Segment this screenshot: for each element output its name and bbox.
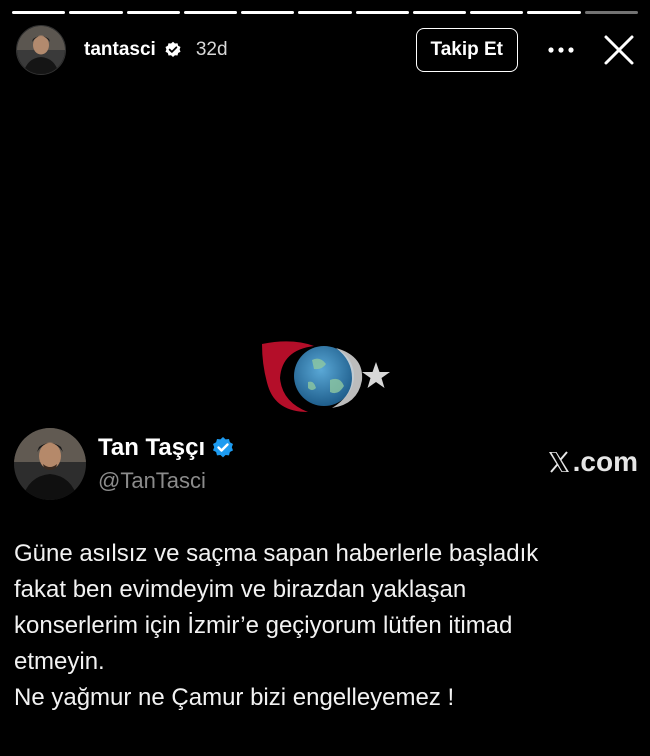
- tweet-line: konserlerim için İzmir’e geçiyorum lütfe…: [14, 612, 513, 639]
- story-progress-segment: [183, 11, 238, 14]
- tweet-author-avatar: [14, 428, 86, 500]
- close-icon[interactable]: [600, 31, 638, 69]
- story-progress-segment: [69, 11, 123, 14]
- story-progress-segment: [584, 11, 638, 14]
- follow-button[interactable]: Takip Et: [415, 28, 518, 72]
- tweet-handle: @TanTasci: [98, 468, 206, 493]
- tweet-line: Ne yağmur ne Çamur bizi engelleyemez !: [14, 684, 455, 711]
- tweet-display-name: Tan Taşçı: [98, 434, 235, 462]
- globe-crescent-star-watermark-icon: [262, 341, 390, 412]
- x-brand: .com: [547, 446, 638, 478]
- tweet-header: Tan Taşçı @TanTasci .com: [14, 428, 638, 504]
- story-progress-segment: [412, 11, 467, 14]
- story-progress-bar: [12, 11, 638, 14]
- x-logo-icon: [548, 451, 569, 473]
- story-progress-segment: [298, 11, 352, 14]
- display-name-text: Tan Taşçı: [98, 434, 206, 461]
- verified-badge-icon: [213, 437, 234, 458]
- tweet-line: etmeyin.: [14, 648, 105, 675]
- story-progress-segment: [12, 11, 66, 14]
- story-progress-segment: [470, 11, 524, 14]
- verified-badge-icon: [165, 41, 181, 58]
- story-progress-segment: [241, 11, 295, 14]
- story-progress-segment: [126, 11, 180, 14]
- profile-avatar[interactable]: [16, 25, 66, 75]
- tweet-line: Güne asılsız ve saçma sapan haberlerle b…: [14, 540, 539, 567]
- story-progress-segment: [355, 11, 409, 14]
- post-time: 32d: [195, 39, 228, 60]
- story-username[interactable]: tantasci: [84, 39, 156, 61]
- story-progress-segment: [527, 11, 581, 14]
- tweet-line: fakat ben evimdeyim ve birazdan yaklaşan: [14, 576, 467, 603]
- brand-domain: .com: [572, 446, 638, 477]
- more-options-icon[interactable]: [546, 35, 576, 65]
- tweet-text: Güne asılsız ve saçma sapan haberlerle b…: [14, 536, 630, 716]
- story-header: tantasci 32d Takip Et: [16, 24, 638, 76]
